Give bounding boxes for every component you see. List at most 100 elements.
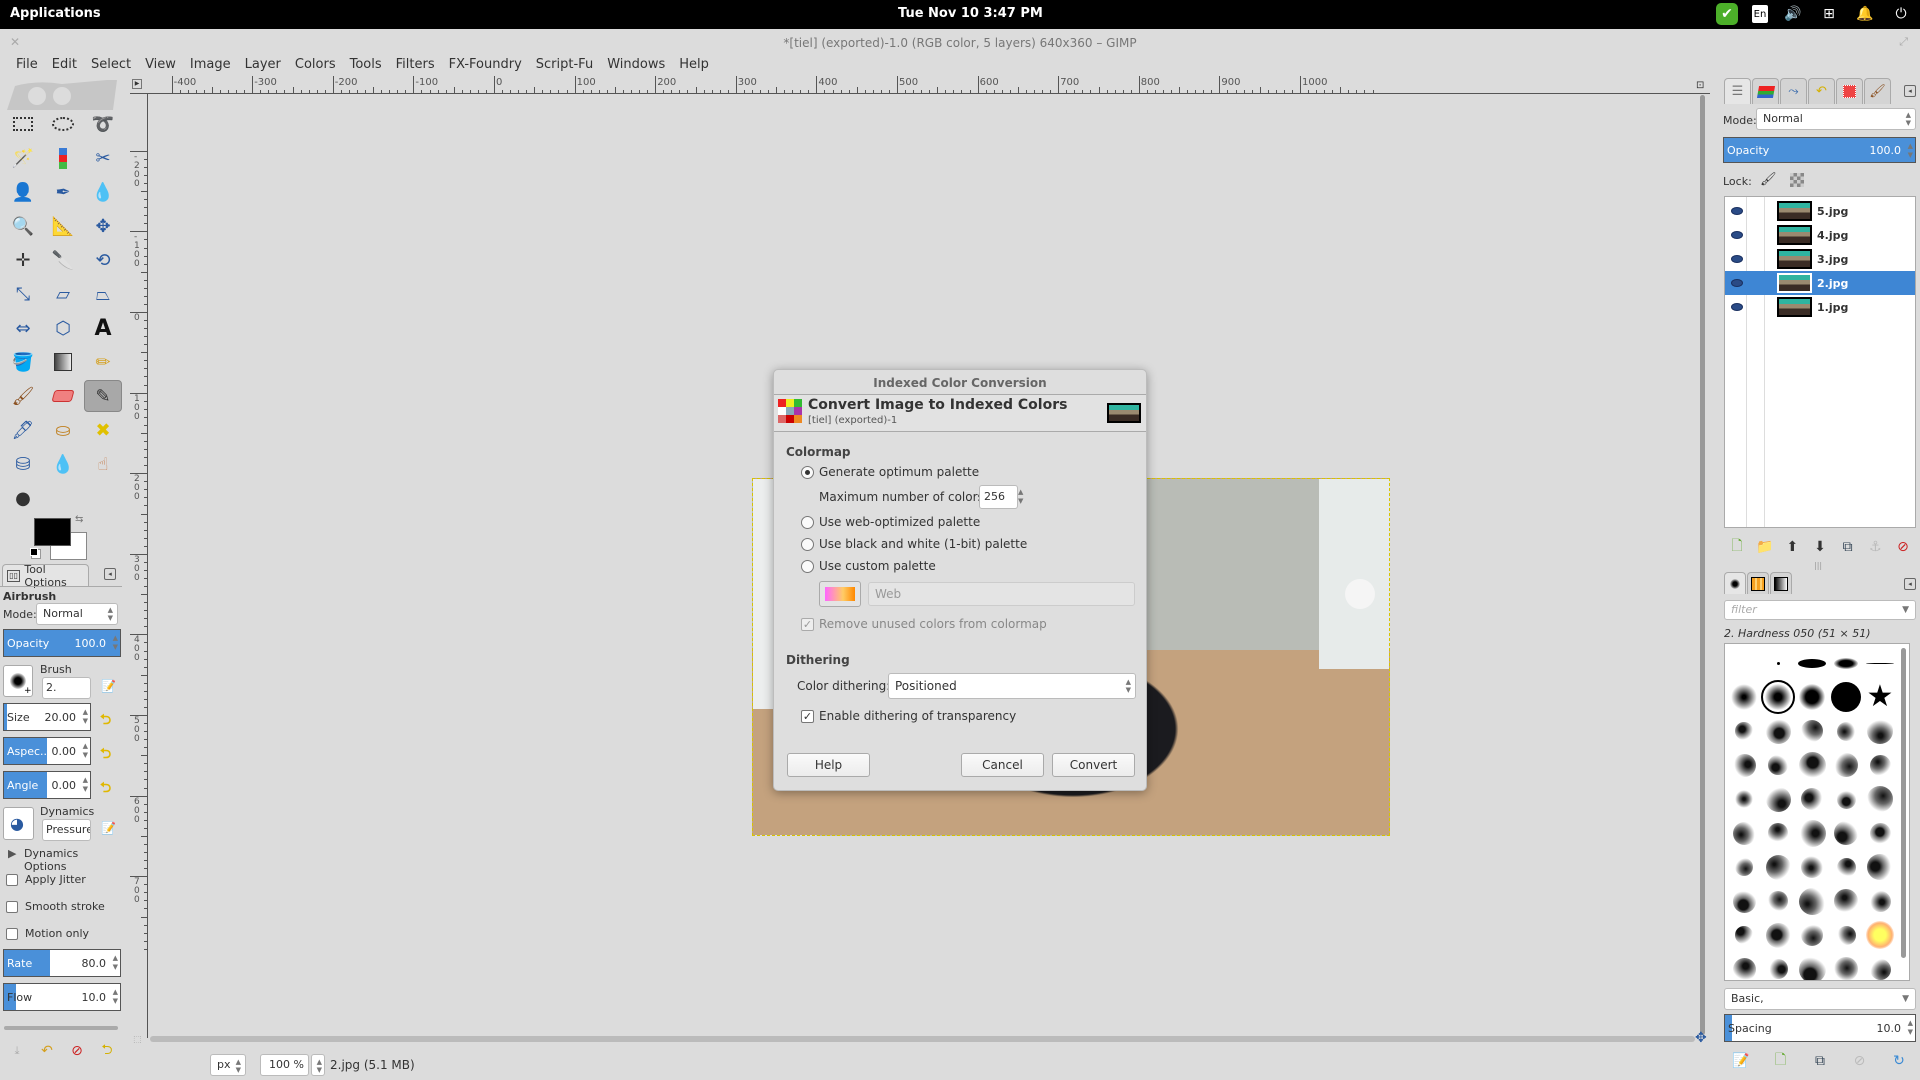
channels-icon[interactable] xyxy=(1752,78,1779,104)
menu-view[interactable]: View xyxy=(138,56,183,76)
paths-icon[interactable]: ⤳ xyxy=(1780,78,1807,104)
keyboard-layout-icon[interactable]: En xyxy=(1752,5,1768,23)
brush-item[interactable] xyxy=(1829,816,1863,850)
new-layer-icon[interactable]: 🗋 xyxy=(1728,538,1746,556)
measure-icon[interactable]: 📐 xyxy=(44,210,82,242)
brush-item[interactable] xyxy=(1795,748,1829,782)
edit-brush-icon[interactable]: 📝 xyxy=(101,679,116,693)
horizontal-scrollbar[interactable] xyxy=(150,1036,1695,1042)
edit-brush-icon[interactable]: 📝 xyxy=(1732,1052,1750,1070)
ellipse-select-icon[interactable] xyxy=(44,108,82,140)
brush-item[interactable] xyxy=(1863,850,1897,884)
spin-arrows-icon[interactable]: ▲ ▼ xyxy=(1908,1019,1913,1037)
brush-item[interactable] xyxy=(1863,884,1897,918)
brush-item[interactable] xyxy=(1829,748,1863,782)
cancel-button[interactable]: Cancel xyxy=(961,753,1044,777)
cage-icon[interactable]: ⬡ xyxy=(44,312,82,344)
volume-icon[interactable]: 🔊 xyxy=(1782,3,1804,25)
custom-palette-label[interactable]: Use custom palette xyxy=(819,559,936,573)
dither-transparency-checkbox[interactable]: ✓ xyxy=(801,710,814,723)
layer-mode-select[interactable]: Normal ▲ ▼ xyxy=(1756,108,1916,130)
zoom-spinner[interactable]: ▲ ▼ xyxy=(311,1054,325,1076)
brush-item[interactable] xyxy=(1727,918,1761,952)
spin-arrows-icon[interactable]: ▲ ▼ xyxy=(113,954,118,972)
edit-dynamics-icon[interactable]: 📝 xyxy=(101,821,116,835)
align-icon[interactable]: ✛ xyxy=(4,244,42,276)
new-group-icon[interactable]: 📁 xyxy=(1756,538,1774,556)
brush-filter-input[interactable]: filter ▼ xyxy=(1724,600,1916,620)
menu-windows[interactable]: Windows xyxy=(600,56,672,76)
brush-item[interactable] xyxy=(1863,918,1897,952)
brush-item[interactable] xyxy=(1829,714,1863,748)
panel-menu-icon[interactable]: ◂ xyxy=(1904,85,1916,97)
layer-row-selected[interactable]: 2.jpg xyxy=(1725,271,1915,295)
visibility-eye-icon[interactable] xyxy=(1731,303,1743,311)
web-optimized-radio[interactable] xyxy=(801,516,814,529)
brush-grid-scrollbar[interactable] xyxy=(1901,648,1906,958)
zoom-field[interactable]: 100 % xyxy=(260,1054,309,1076)
selection-icon[interactable] xyxy=(1836,78,1863,104)
swap-colors-icon[interactable]: ⇆ xyxy=(75,514,83,525)
spin-arrows-icon[interactable]: ▲ ▼ xyxy=(83,708,88,726)
brush-item[interactable] xyxy=(1795,884,1829,918)
quick-mask-toggle-icon[interactable]: ▶ xyxy=(132,79,142,89)
crop-icon[interactable]: 🔪 xyxy=(44,244,82,276)
color-dithering-select[interactable]: Positioned ▲ ▼ xyxy=(888,673,1136,699)
brush-item[interactable] xyxy=(1727,748,1761,782)
brush-item[interactable] xyxy=(1761,748,1795,782)
visibility-eye-icon[interactable] xyxy=(1731,255,1743,263)
fuzzy-select-icon[interactable]: 🪄 xyxy=(4,142,42,174)
airbrush-icon[interactable]: ✎ xyxy=(84,380,122,412)
rect-select-icon[interactable] xyxy=(4,108,42,140)
custom-palette-field[interactable]: Web xyxy=(868,582,1135,606)
smooth-stroke-checkbox[interactable] xyxy=(6,901,18,913)
rotate-icon[interactable]: ⟲ xyxy=(84,244,122,276)
default-colors-icon[interactable] xyxy=(30,548,38,556)
visibility-eye-icon[interactable] xyxy=(1731,231,1743,239)
move-icon[interactable]: ✥ xyxy=(84,210,122,242)
motion-only-checkbox[interactable] xyxy=(6,928,18,940)
brush-item[interactable] xyxy=(1829,646,1863,680)
reset-aspect-icon[interactable]: ⮌ xyxy=(100,743,116,762)
blur-icon[interactable]: 💧 xyxy=(44,448,82,480)
brush-item[interactable] xyxy=(1727,714,1761,748)
navigate-icon[interactable]: ✥ xyxy=(1695,1030,1707,1046)
duplicate-brush-icon[interactable]: ⧉ xyxy=(1811,1052,1829,1070)
unit-select[interactable]: px ▲ ▼ xyxy=(210,1054,246,1076)
custom-palette-radio[interactable] xyxy=(801,560,814,573)
network-icon[interactable]: ⊞ xyxy=(1818,3,1840,25)
ink-icon[interactable]: 🖋 xyxy=(4,414,42,446)
size-slider[interactable]: Size 20.00 ▲ ▼ xyxy=(3,703,91,731)
brush-item[interactable] xyxy=(1727,850,1761,884)
layer-row[interactable]: 3.jpg xyxy=(1725,247,1915,271)
menu-layer[interactable]: Layer xyxy=(238,56,288,76)
brush-item[interactable] xyxy=(1863,782,1897,816)
menu-help[interactable]: Help xyxy=(672,56,716,76)
undo-history-icon[interactable]: ↶ xyxy=(1808,78,1835,104)
angle-slider[interactable]: Angle 0.00 ▲ ▼ xyxy=(3,771,91,799)
brush-item[interactable] xyxy=(1761,646,1795,680)
brush-item[interactable] xyxy=(1829,918,1863,952)
lower-layer-icon[interactable]: ⬇ xyxy=(1811,538,1829,556)
spin-arrows-icon[interactable]: ▲ ▼ xyxy=(113,988,118,1006)
remove-unused-checkbox[interactable]: ✓ xyxy=(801,618,814,631)
layer-row[interactable]: 4.jpg xyxy=(1725,223,1915,247)
brush-item[interactable] xyxy=(1795,952,1829,980)
brush-item[interactable] xyxy=(1863,952,1897,980)
visibility-eye-icon[interactable] xyxy=(1731,207,1743,215)
apply-jitter-checkbox[interactable] xyxy=(6,874,18,886)
shear-icon[interactable]: ▱ xyxy=(44,278,82,310)
reset-options-icon[interactable]: ⮌ xyxy=(98,1042,116,1060)
help-button[interactable]: Help xyxy=(787,753,870,777)
tab-tool-options[interactable]: ▯▯ Tool Options xyxy=(2,563,89,589)
delete-brush-icon[interactable]: ⊘ xyxy=(1851,1052,1869,1070)
scale-icon[interactable]: ⤡ xyxy=(4,278,42,310)
layers-icon[interactable]: ☰ xyxy=(1724,78,1751,104)
brush-item[interactable] xyxy=(1727,884,1761,918)
brush-item[interactable] xyxy=(1829,850,1863,884)
menu-file[interactable]: File xyxy=(9,56,45,76)
pencil-icon[interactable]: ✏ xyxy=(84,346,122,378)
brush-item[interactable]: ★ xyxy=(1863,680,1897,714)
eraser-icon[interactable] xyxy=(44,380,82,412)
applications-menu[interactable]: Applications xyxy=(10,6,101,21)
